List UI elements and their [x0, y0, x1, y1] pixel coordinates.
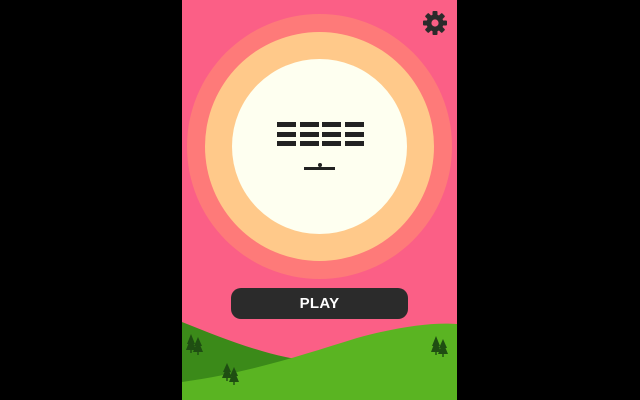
- brick: [322, 131, 341, 137]
- sun-ring-inner: [232, 59, 407, 234]
- ball-icon: [318, 163, 322, 167]
- gear-icon[interactable]: [421, 9, 449, 37]
- brick: [344, 131, 364, 137]
- brick: [344, 141, 364, 146]
- brick: [322, 122, 341, 127]
- brick: [344, 122, 364, 127]
- brick: [277, 141, 296, 146]
- brick: [322, 141, 341, 146]
- brick: [299, 122, 319, 127]
- paddle-icon: [304, 167, 335, 170]
- brick: [277, 131, 296, 137]
- game-screen: PLAY: [182, 0, 457, 400]
- brick: [299, 141, 319, 146]
- brick: [299, 131, 319, 137]
- brick: [277, 122, 296, 127]
- hills-scenery: [182, 322, 457, 400]
